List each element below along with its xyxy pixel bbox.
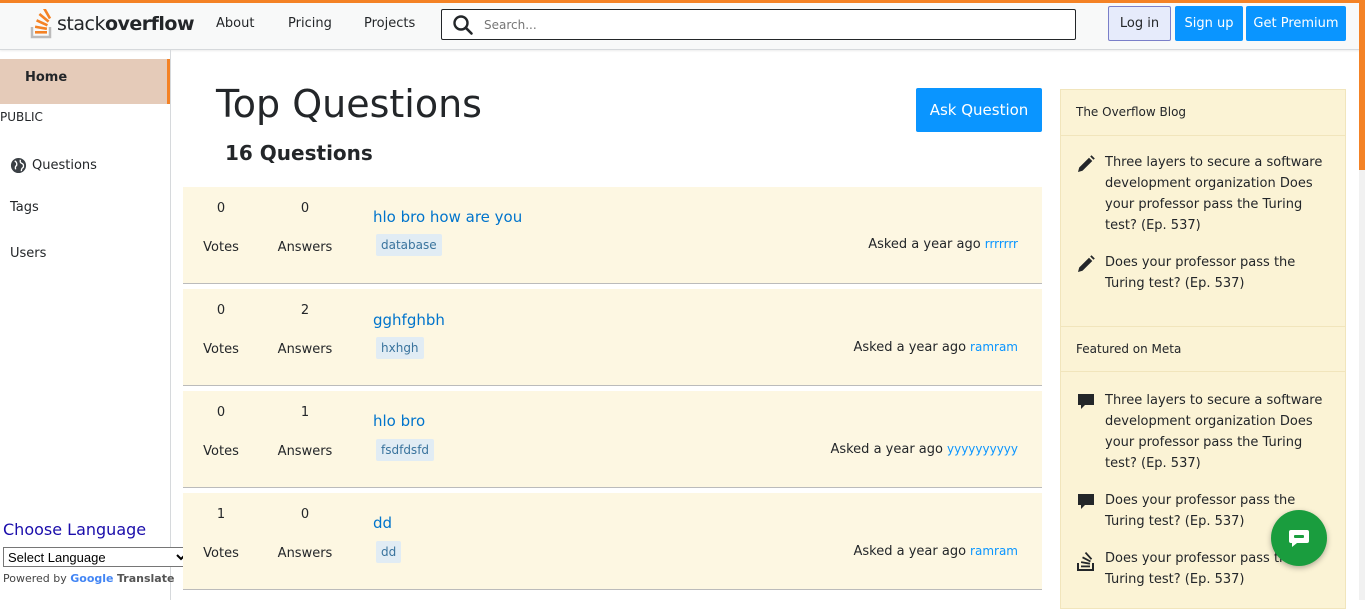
pencil-icon (1076, 252, 1105, 294)
answer-count: 0 (300, 507, 310, 522)
vote-count: 0 (216, 405, 226, 420)
votes-label: Votes (203, 342, 239, 357)
question-title-link[interactable]: hlo bro (373, 412, 425, 430)
top-bar: stackoverflow About Pricing Projects Log… (0, 0, 1365, 50)
chat-icon (1289, 530, 1309, 547)
search-input[interactable] (482, 16, 1042, 33)
answers-label: Answers (277, 342, 333, 357)
logo-text: stackoverflow (57, 13, 195, 35)
question-author-link[interactable]: ramram (970, 340, 1018, 354)
answers-label: Answers (277, 240, 333, 255)
blog-item-text[interactable]: Does your professor pass the Turing test… (1105, 252, 1338, 294)
question-count: 16 Questions (225, 141, 373, 165)
comment-icon (1076, 490, 1105, 532)
votes-label: Votes (203, 240, 239, 255)
get-premium-button[interactable]: Get Premium (1246, 6, 1346, 41)
pencil-icon (1076, 152, 1105, 236)
asked-time: Asked a year ago (830, 442, 943, 457)
asked-time: Asked a year ago (853, 340, 967, 355)
login-button[interactable]: Log in (1108, 6, 1171, 41)
question-meta: Asked a year ago rrrrrrr (868, 237, 1018, 252)
question-row: 0 Votes 1 Answers hlo bro fsdfdsfd Asked… (183, 391, 1042, 488)
question-title-link[interactable]: hlo bro how are you (373, 208, 522, 226)
blog-item[interactable]: Three layers to secure a software develo… (1076, 152, 1338, 236)
answer-count: 1 (300, 405, 310, 420)
sidebar-item-questions[interactable]: Questions (10, 157, 97, 174)
meta-item[interactable]: Three layers to secure a software develo… (1076, 390, 1338, 474)
blog-item-text[interactable]: Three layers to secure a software develo… (1105, 152, 1338, 236)
sidebar-item-tags[interactable]: Tags (10, 200, 39, 215)
sidebar-item-label: Users (10, 246, 47, 261)
asked-time: Asked a year ago (853, 544, 967, 559)
vote-count: 0 (216, 303, 226, 318)
question-meta: Asked a year ago ramram (854, 544, 1018, 559)
ask-question-button[interactable]: Ask Question (916, 88, 1042, 132)
widget-header-blog: The Overflow Blog (1061, 90, 1345, 136)
choose-language-title: Choose Language (3, 520, 147, 539)
page-title: Top Questions (216, 82, 482, 126)
sidebar-section-label: PUBLIC (0, 110, 43, 124)
stackoverflow-logo-icon (30, 9, 52, 39)
google-translate-credit: Powered by Google Translate (3, 572, 174, 585)
question-title-link[interactable]: dd (373, 514, 392, 532)
translate-label[interactable]: Translate (117, 572, 174, 585)
nav-about-link[interactable]: About (216, 16, 254, 31)
question-author-link[interactable]: ramram (970, 544, 1018, 558)
sidebar-item-users[interactable]: Users (10, 246, 46, 261)
globe-icon (10, 157, 27, 174)
answers-label: Answers (277, 546, 333, 561)
powered-by-label: Powered by (3, 572, 67, 585)
sidebar-item-label: Questions (32, 158, 97, 173)
language-select[interactable]: Select Language (3, 547, 190, 567)
search-box[interactable] (441, 9, 1076, 40)
chat-button[interactable] (1271, 510, 1327, 566)
question-tag[interactable]: fsdfdsfd (376, 439, 435, 461)
answer-count: 2 (300, 303, 310, 318)
question-tag[interactable]: database (376, 234, 442, 256)
sidebar-item-home[interactable]: Home (0, 59, 170, 104)
stackoverflow-logo[interactable]: stackoverflow (30, 8, 195, 40)
question-meta: Asked a year ago yyyyyyyyyy (830, 442, 1018, 457)
sidebar-item-label: Tags (10, 200, 39, 215)
question-tag[interactable]: hxhgh (376, 337, 424, 359)
question-meta: Asked a year ago ramram (854, 340, 1018, 355)
question-row: 1 Votes 0 Answers dd dd Asked a year ago… (183, 493, 1042, 590)
question-row: 0 Votes 2 Answers gghfghbh hxhgh Asked a… (183, 289, 1042, 386)
google-logo: Google (70, 572, 114, 585)
asked-time: Asked a year ago (868, 237, 981, 252)
widget-header-meta: Featured on Meta (1061, 326, 1345, 372)
nav-projects-link[interactable]: Projects (364, 16, 415, 31)
meta-item-text[interactable]: Three layers to secure a software develo… (1105, 390, 1338, 474)
stackexchange-icon (1076, 548, 1105, 590)
question-author-link[interactable]: yyyyyyyyyy (947, 442, 1018, 456)
question-author-link[interactable]: rrrrrrr (985, 237, 1018, 251)
page-scrollbar[interactable] (1359, 0, 1365, 600)
blog-item[interactable]: Does your professor pass the Turing test… (1076, 252, 1338, 294)
question-row: 0 Votes 0 Answers hlo bro how are you da… (183, 187, 1042, 284)
answer-count: 0 (300, 201, 310, 216)
question-tag[interactable]: dd (376, 541, 402, 563)
comment-icon (1076, 390, 1105, 474)
votes-label: Votes (203, 546, 239, 561)
vote-count: 1 (216, 507, 226, 522)
left-sidebar: Home PUBLIC Questions Tags Users Choose … (0, 50, 190, 600)
answers-label: Answers (277, 444, 333, 459)
vote-count: 0 (216, 201, 226, 216)
nav-pricing-link[interactable]: Pricing (288, 16, 332, 31)
scrollbar-thumb[interactable] (1359, 0, 1365, 170)
signup-button[interactable]: Sign up (1175, 6, 1243, 41)
search-icon (453, 14, 473, 35)
question-title-link[interactable]: gghfghbh (373, 311, 445, 329)
votes-label: Votes (203, 444, 239, 459)
